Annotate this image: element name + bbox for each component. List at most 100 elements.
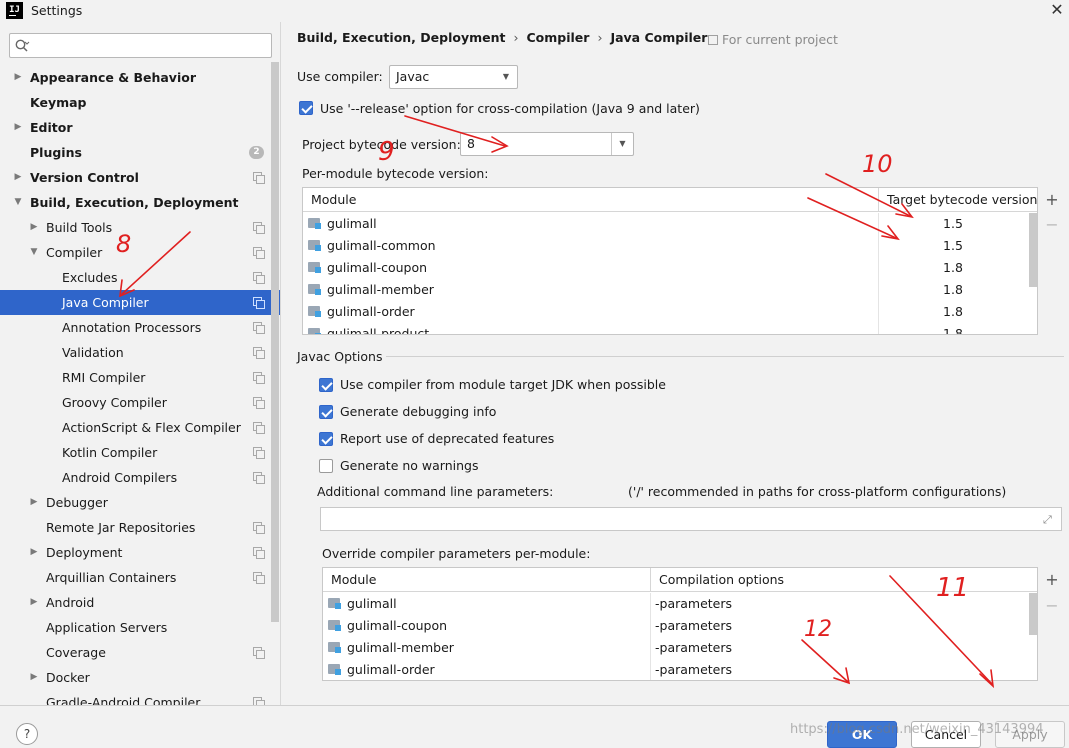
table-row[interactable]: gulimall -parameters (323, 593, 1027, 615)
table-row[interactable]: gulimall-coupon -parameters (323, 615, 1027, 637)
sidebar-item-rmi-compiler[interactable]: RMI Compiler (0, 365, 280, 390)
remove-module-button[interactable]: − (1043, 216, 1061, 234)
module-name-cell: gulimall (347, 596, 397, 611)
module-column-header[interactable]: Module (323, 568, 650, 592)
javac-option-checkbox[interactable] (319, 378, 333, 392)
compilation-options-cell[interactable]: -parameters (650, 593, 1027, 615)
table-row[interactable]: gulimall-order -parameters (323, 659, 1027, 680)
sidebar-item-build-execution-deployment[interactable]: ▼ Build, Execution, Deployment (0, 190, 280, 215)
help-button[interactable]: ? (16, 723, 38, 745)
javac-option-label: Use compiler from module target JDK when… (340, 377, 666, 392)
remove-override-button[interactable]: − (1043, 597, 1061, 615)
use-compiler-label: Use compiler: (297, 69, 383, 84)
sidebar-item-label: Deployment (46, 545, 123, 560)
collapsed-arrow-icon[interactable]: ▶ (29, 590, 39, 615)
add-override-button[interactable]: + (1043, 571, 1061, 589)
additional-params-input[interactable]: ⤢ (320, 507, 1062, 531)
collapsed-arrow-icon[interactable]: ▶ (29, 540, 39, 565)
table-header: Module Target bytecode version (303, 188, 1037, 212)
sidebar-item-version-control[interactable]: ▶ Version Control (0, 165, 280, 190)
sidebar-scrollbar[interactable] (271, 62, 279, 622)
collapsed-arrow-icon[interactable]: ▶ (13, 165, 23, 190)
target-version-cell[interactable]: 1.8 (878, 279, 1027, 301)
sidebar-item-plugins[interactable]: Plugins 2 (0, 140, 280, 165)
override-table-scrollbar[interactable] (1029, 593, 1037, 635)
target-version-cell[interactable]: 1.8 (878, 301, 1027, 323)
project-bytecode-dropdown[interactable]: 8 ▼ (460, 132, 634, 156)
target-version-cell[interactable]: 1.5 (878, 213, 1027, 235)
sidebar-item-arquillian-containers[interactable]: Arquillian Containers (0, 565, 280, 590)
sidebar-item-keymap[interactable]: Keymap (0, 90, 280, 115)
module-bytecode-table: Module Target bytecode version gulimall 1… (302, 187, 1038, 335)
sidebar-item-annotation-processors[interactable]: Annotation Processors (0, 315, 280, 340)
use-compiler-dropdown[interactable]: Javac ▼ (389, 65, 518, 89)
table-row[interactable]: gulimall-member 1.8 (303, 279, 1027, 301)
collapsed-arrow-icon[interactable]: ▶ (29, 665, 39, 690)
settings-search-input[interactable] (9, 33, 272, 58)
table-row[interactable]: gulimall-common 1.5 (303, 235, 1027, 257)
sidebar-item-editor[interactable]: ▶ Editor (0, 115, 280, 140)
table-row[interactable]: gulimall 1.5 (303, 213, 1027, 235)
sidebar-item-appearance-behavior[interactable]: ▶ Appearance & Behavior (0, 65, 280, 90)
sidebar-item-java-compiler[interactable]: Java Compiler (0, 290, 280, 315)
module-name-cell: gulimall-coupon (347, 618, 448, 633)
sidebar-item-compiler[interactable]: ▼ Compiler (0, 240, 280, 265)
sidebar-item-label: Application Servers (46, 620, 168, 635)
module-table-scrollbar[interactable] (1029, 213, 1037, 287)
chevron-down-icon: ▼ (611, 133, 633, 155)
module-icon (308, 327, 322, 334)
table-row[interactable]: gulimall-member -parameters (323, 637, 1027, 659)
target-version-column-header[interactable]: Target bytecode version (878, 188, 1037, 212)
target-version-cell[interactable]: 1.5 (878, 235, 1027, 257)
compilation-options-cell[interactable]: -parameters (650, 659, 1027, 680)
project-scope-icon (253, 447, 265, 459)
target-version-cell[interactable]: 1.8 (878, 257, 1027, 279)
release-option-checkbox[interactable] (299, 101, 313, 115)
sidebar-item-debugger[interactable]: ▶ Debugger (0, 490, 280, 515)
sidebar-item-actionscript-flex-compiler[interactable]: ActionScript & Flex Compiler (0, 415, 280, 440)
table-row[interactable]: gulimall-coupon 1.8 (303, 257, 1027, 279)
sidebar-item-android[interactable]: ▶ Android (0, 590, 280, 615)
sidebar-item-validation[interactable]: Validation (0, 340, 280, 365)
breadcrumb-item-build[interactable]: Build, Execution, Deployment (297, 30, 505, 45)
sidebar-item-docker[interactable]: ▶ Docker (0, 665, 280, 690)
sidebar-item-excludes[interactable]: Excludes (0, 265, 280, 290)
collapsed-arrow-icon[interactable]: ▶ (13, 65, 23, 90)
expanded-arrow-icon[interactable]: ▼ (13, 190, 23, 215)
sidebar-item-groovy-compiler[interactable]: Groovy Compiler (0, 390, 280, 415)
sidebar-item-application-servers[interactable]: Application Servers (0, 615, 280, 640)
expanded-arrow-icon[interactable]: ▼ (29, 240, 39, 265)
module-column-header[interactable]: Module (303, 188, 878, 212)
project-scope-icon (253, 172, 265, 184)
table-header: Module Compilation options (323, 568, 1037, 592)
javac-option-checkbox[interactable] (319, 432, 333, 446)
expand-icon[interactable]: ⤢ (1043, 513, 1055, 526)
project-scope-icon (253, 372, 265, 384)
project-scope-icon (253, 222, 265, 234)
table-row[interactable]: gulimall-order 1.8 (303, 301, 1027, 323)
sidebar-item-remote-jar-repositories[interactable]: Remote Jar Repositories (0, 515, 280, 540)
javac-option-checkbox[interactable] (319, 459, 333, 473)
collapsed-arrow-icon[interactable]: ▶ (13, 115, 23, 140)
target-version-cell[interactable]: 1.8 (878, 323, 1027, 334)
module-name-cell: gulimall-order (327, 304, 415, 319)
sidebar-item-coverage[interactable]: Coverage (0, 640, 280, 665)
module-icon (308, 283, 322, 295)
compilation-options-cell[interactable]: -parameters (650, 637, 1027, 659)
collapsed-arrow-icon[interactable]: ▶ (29, 490, 39, 515)
collapsed-arrow-icon[interactable]: ▶ (29, 215, 39, 240)
add-module-button[interactable]: + (1043, 191, 1061, 209)
breadcrumb-item-compiler[interactable]: Compiler (526, 30, 589, 45)
sidebar-item-android-compilers[interactable]: Android Compilers (0, 465, 280, 490)
close-window-button[interactable]: ✕ (1047, 0, 1067, 20)
search-icon (15, 39, 30, 52)
javac-option-checkbox[interactable] (319, 405, 333, 419)
sidebar-item-deployment[interactable]: ▶ Deployment (0, 540, 280, 565)
compilation-options-cell[interactable]: -parameters (650, 615, 1027, 637)
sidebar-item-kotlin-compiler[interactable]: Kotlin Compiler (0, 440, 280, 465)
project-scope-icon (253, 322, 265, 334)
compilation-options-column-header[interactable]: Compilation options (650, 568, 1037, 592)
sidebar-item-build-tools[interactable]: ▶ Build Tools (0, 215, 280, 240)
table-row[interactable]: gulimall-product 1.8 (303, 323, 1027, 334)
module-name-cell: gulimall-member (347, 640, 454, 655)
